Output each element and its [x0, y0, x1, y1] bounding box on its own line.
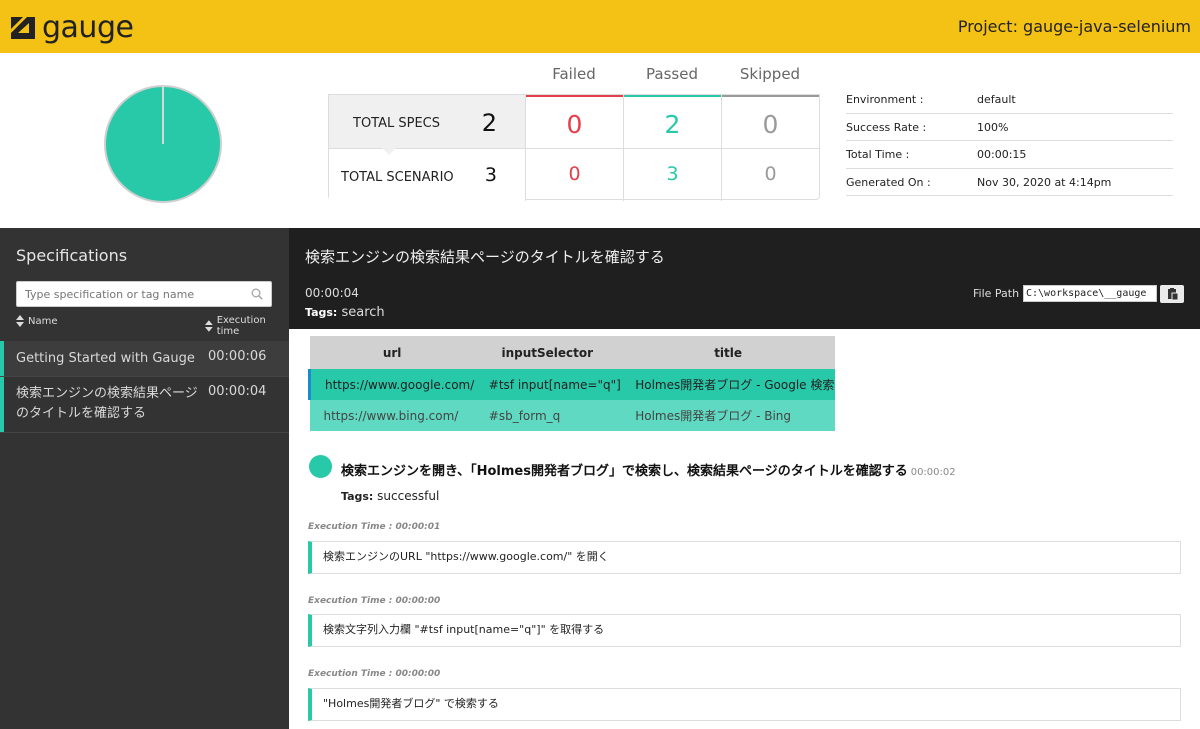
specs-passed-count[interactable]: 2	[623, 95, 721, 148]
sort-arrows-icon	[205, 320, 213, 332]
sidebar-spec-item[interactable]: Getting Started with Gauge 00:00:06	[0, 341, 289, 377]
spec-status-bar	[0, 377, 4, 432]
spec-header: 検索エンジンの検索結果ページのタイトルを確認する 00:00:04 Tags: …	[289, 228, 1200, 329]
success-pie-chart	[104, 85, 222, 203]
copy-file-path-button[interactable]	[1160, 285, 1184, 303]
passed-header: Passed	[646, 65, 698, 83]
spec-search-input[interactable]	[17, 282, 237, 306]
table-header: title	[621, 336, 835, 369]
spec-execution-time: 00:00:04	[305, 286, 359, 300]
table-cell: Holmes開発者ブログ - Google 検索	[621, 369, 835, 400]
total-scenario-tab[interactable]: TOTAL SCENARIO 3	[329, 148, 525, 201]
step-item[interactable]: "Holmes開発者ブログ" で検索する	[308, 688, 1181, 721]
file-path-label: File Path	[973, 287, 1020, 300]
skipped-header: Skipped	[739, 65, 801, 83]
scenario-tags-value: successful	[377, 489, 440, 503]
sidebar-spec-item[interactable]: 検索エンジンの検索結果ページ のタイトルを確認する 00:00:04	[0, 377, 289, 433]
failed-header: Failed	[552, 65, 596, 83]
sort-arrows-icon	[16, 315, 24, 327]
env-row: Generated On : Nov 30, 2020 at 4:14pm	[846, 169, 1173, 196]
step-item[interactable]: 検索エンジンのURL "https://www.google.com/" を開く	[308, 541, 1181, 574]
scenario-skipped-count[interactable]: 0	[721, 148, 819, 201]
env-value: 100%	[977, 120, 1009, 134]
step-item[interactable]: 検索文字列入力欄 "#tsf input[name="q"]" を取得する	[308, 614, 1181, 647]
step-execution-time: Execution Time : 00:00:01	[308, 522, 441, 532]
sort-name-label: Name	[28, 315, 58, 327]
specs-failed-count[interactable]: 0	[525, 95, 623, 148]
scenario-title[interactable]: 検索エンジンを開き、「Holmes開発者ブログ」で検索し、検索結果ページのタイト…	[341, 460, 956, 479]
scenario-time: 00:00:02	[910, 467, 956, 478]
table-row[interactable]: https://www.bing.com/ #sb_form_q Holmes開…	[309, 400, 835, 431]
total-scenario-count: 3	[484, 164, 497, 186]
spec-item-name: Getting Started with Gauge	[16, 351, 195, 366]
total-specs-tab[interactable]: TOTAL SPECS 2	[329, 95, 525, 148]
table-header: inputSelector	[474, 336, 622, 369]
spec-item-time: 00:00:06	[208, 349, 267, 364]
sort-by-name[interactable]: Name	[16, 315, 58, 327]
spec-item-name-cont: のタイトルを確認する	[16, 406, 147, 421]
top-bar: gauge Project: gauge-java-selenium	[0, 0, 1200, 53]
env-key: Environment :	[846, 93, 924, 106]
table-header: url	[309, 336, 475, 369]
sort-by-execution-time[interactable]: Execution time	[205, 315, 289, 337]
spec-tags-value: search	[341, 305, 385, 320]
env-value: default	[977, 93, 1016, 106]
table-cell: https://www.google.com/	[307, 369, 475, 400]
table-header-row: url inputSelector title	[309, 336, 835, 369]
sort-time-label: Execution time	[216, 315, 266, 337]
sidebar-title: Specifications	[16, 246, 128, 265]
active-tab-caret	[381, 147, 397, 155]
total-specs-label: TOTAL SPECS	[353, 116, 441, 131]
file-path-field[interactable]: C:\workspace\__gauge	[1023, 285, 1157, 302]
table-cell: https://www.bing.com/	[309, 400, 475, 431]
search-icon[interactable]	[251, 288, 263, 300]
env-value: 00:00:15	[977, 148, 1027, 161]
environment-info: Environment : default Success Rate : 100…	[846, 86, 1173, 196]
spec-status-bar	[0, 341, 4, 376]
spec-item-name: 検索エンジンの検索結果ページ	[16, 386, 198, 401]
env-row: Total Time : 00:00:15	[846, 141, 1173, 169]
project-name: Project: gauge-java-selenium	[957, 17, 1191, 36]
spec-tags-label: Tags:	[305, 306, 338, 319]
table-cell: #sb_form_q	[474, 400, 622, 431]
total-specs-count: 2	[481, 109, 497, 137]
spec-title: 検索エンジンの検索結果ページのタイトルを確認する	[305, 248, 665, 266]
scenario-tags-label: Tags:	[341, 490, 374, 503]
scenario-status-icon	[309, 455, 332, 478]
specs-skipped-count[interactable]: 0	[721, 95, 819, 148]
env-key: Success Rate :	[846, 120, 927, 134]
step-execution-time: Execution Time : 00:00:00	[308, 669, 441, 679]
gauge-logo[interactable]: gauge	[8, 10, 134, 46]
spec-item-time: 00:00:04	[208, 384, 267, 399]
env-key: Total Time :	[846, 148, 910, 161]
gauge-logo-icon	[11, 17, 35, 39]
env-row: Environment : default	[846, 86, 1173, 114]
clipboard-icon	[1168, 288, 1179, 301]
env-row: Success Rate : 100%	[846, 114, 1173, 141]
table-cell: Holmes開発者ブログ - Bing	[621, 400, 835, 431]
scenario-passed-count[interactable]: 3	[623, 148, 721, 201]
table-cell: #tsf input[name="q"]	[474, 369, 622, 400]
data-table: url inputSelector title https://www.goog…	[307, 336, 835, 431]
scenario-tags: Tags: successful	[341, 489, 439, 503]
spec-tags: Tags: search	[305, 305, 385, 320]
env-key: Generated On :	[846, 175, 931, 189]
scenario-title-text: 検索エンジンを開き、「Holmes開発者ブログ」で検索し、検索結果ページのタイト…	[341, 464, 908, 479]
scenario-failed-count[interactable]: 0	[525, 148, 623, 201]
step-execution-time: Execution Time : 00:00:00	[308, 596, 441, 606]
stats-table: Failed Passed Skipped TOTAL SPECS 2 TOTA…	[328, 65, 820, 201]
specifications-sidebar: Specifications Name Execution time Getti…	[0, 228, 289, 729]
total-scenario-label: TOTAL SCENARIO	[341, 170, 454, 185]
table-row[interactable]: https://www.google.com/ #tsf input[name=…	[307, 369, 835, 400]
logo-text: gauge	[42, 10, 134, 45]
env-value: Nov 30, 2020 at 4:14pm	[977, 175, 1112, 189]
spec-search-box	[16, 281, 272, 307]
